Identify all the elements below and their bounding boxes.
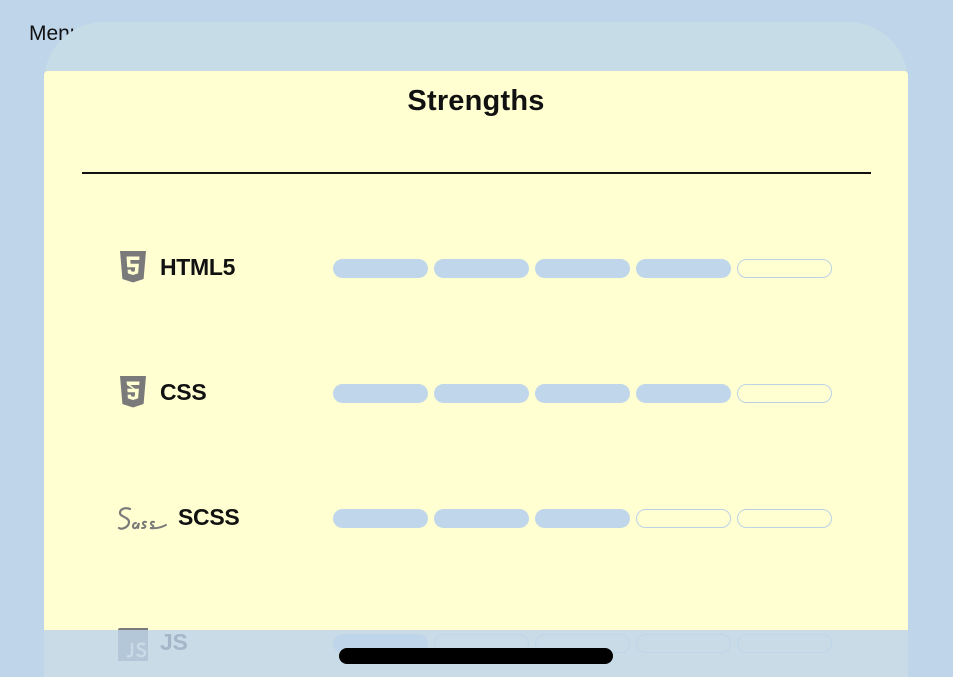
level-segment <box>636 259 731 278</box>
level-segment <box>535 509 630 528</box>
level-segment <box>333 384 428 403</box>
skill-level-bar-scss <box>333 509 832 528</box>
level-segment <box>434 384 529 403</box>
html5-icon <box>120 251 146 283</box>
sass-icon <box>117 507 167 530</box>
skill-label-css: CSS <box>160 379 207 405</box>
level-segment <box>535 259 630 278</box>
skill-label-scss: SCSS <box>178 504 240 530</box>
level-segment <box>737 509 832 528</box>
skill-label-html5: HTML5 <box>160 254 236 280</box>
skill-level-bar-html5 <box>333 259 832 278</box>
level-segment <box>535 384 630 403</box>
strengths-card: Strengths HTML5 CSS SCSS <box>44 71 908 677</box>
level-segment <box>333 259 428 278</box>
home-indicator[interactable] <box>339 648 613 664</box>
skill-row-scss: SCSS <box>44 498 908 538</box>
skill-row-css: CSS <box>44 373 908 413</box>
level-segment <box>434 509 529 528</box>
level-segment <box>737 384 832 403</box>
title-divider <box>82 172 871 174</box>
level-segment <box>333 509 428 528</box>
level-segment <box>737 259 832 278</box>
skill-row-html5: HTML5 <box>44 248 908 288</box>
skill-level-bar-css <box>333 384 832 403</box>
page-title: Strengths <box>407 85 545 117</box>
level-segment <box>636 509 731 528</box>
level-segment <box>434 259 529 278</box>
css3-icon <box>120 376 146 408</box>
level-segment <box>636 384 731 403</box>
